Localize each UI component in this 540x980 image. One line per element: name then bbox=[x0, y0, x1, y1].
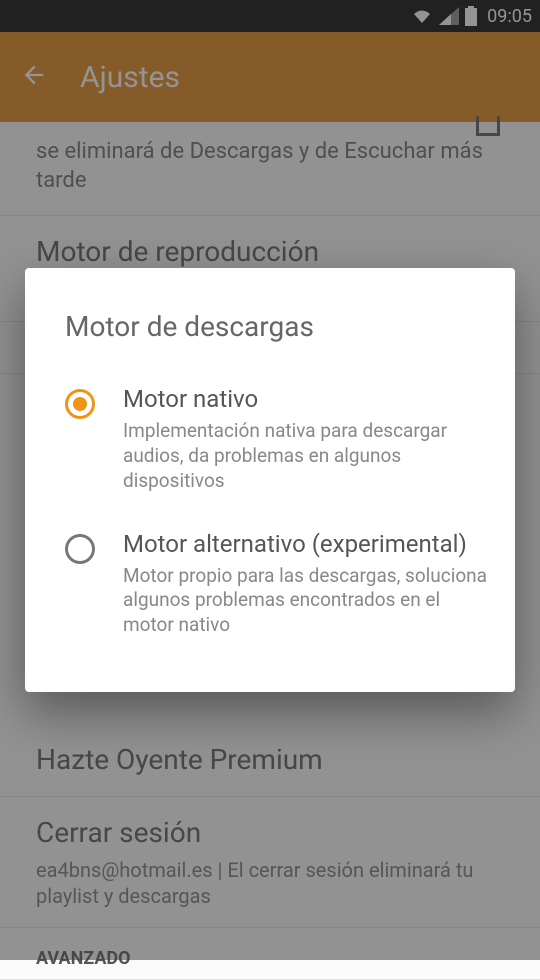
option-label: Motor nativo bbox=[123, 385, 487, 413]
dialog-title: Motor de descargas bbox=[25, 300, 515, 367]
radio-option-alternative[interactable]: Motor alternativo (experimental) Motor p… bbox=[25, 512, 515, 656]
modal-overlay[interactable]: Motor de descargas Motor nativo Implemen… bbox=[0, 0, 540, 960]
radio-selected-icon[interactable] bbox=[65, 389, 95, 419]
radio-option-native[interactable]: Motor nativo Implementación nativa para … bbox=[25, 367, 515, 511]
radio-unselected-icon[interactable] bbox=[65, 534, 95, 564]
download-engine-dialog: Motor de descargas Motor nativo Implemen… bbox=[25, 268, 515, 691]
option-label: Motor alternativo (experimental) bbox=[123, 530, 487, 558]
option-description: Implementación nativa para descargar aud… bbox=[123, 419, 487, 493]
option-description: Motor propio para las descargas, solucio… bbox=[123, 564, 487, 638]
